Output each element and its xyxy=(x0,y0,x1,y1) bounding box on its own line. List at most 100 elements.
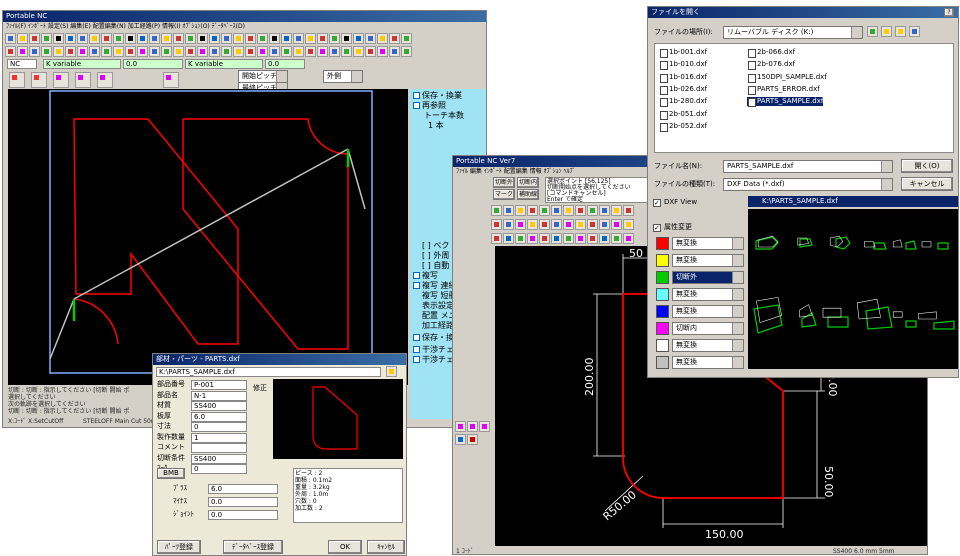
toolbar-icon[interactable] xyxy=(611,205,622,216)
open-button[interactable]: 開く(O) xyxy=(901,159,953,173)
file-list[interactable]: 1b-001.dxf 1b-010.dxf 1b-016.dxf 1b-026.dxf… xyxy=(654,43,954,153)
prop-field[interactable]: 1 xyxy=(191,432,247,443)
toolbar-icon[interactable] xyxy=(491,205,502,216)
file-item[interactable]: 2b-066.dxf xyxy=(747,48,795,58)
toolbar-icon[interactable] xyxy=(41,33,52,44)
toolbar-icon[interactable] xyxy=(539,233,550,244)
toolbar-icon[interactable] xyxy=(491,233,502,244)
toolbar-icon[interactable] xyxy=(161,33,172,44)
toolbar-icon[interactable] xyxy=(101,33,112,44)
file-item[interactable]: 1b-001.dxf xyxy=(659,48,707,58)
toolbar-icon[interactable] xyxy=(599,233,610,244)
layer-conversion-select[interactable]: 切断外 xyxy=(672,271,744,284)
file-item[interactable]: 1b-016.dxf xyxy=(659,73,707,83)
toolbar-icon[interactable] xyxy=(293,46,304,57)
variable-field-1[interactable]: K variable xyxy=(43,59,121,69)
layer-conversion-select[interactable]: 無変換 xyxy=(672,305,744,318)
toolbar-icon[interactable] xyxy=(5,46,16,57)
toolbar-icon[interactable] xyxy=(17,46,28,57)
bottom-field[interactable]: 0.0 xyxy=(208,510,278,520)
toolbar-icon[interactable] xyxy=(353,46,364,57)
tab-aux[interactable]: 補助線 xyxy=(517,189,539,200)
layer-conversion-select[interactable]: 無変換 xyxy=(672,288,744,301)
lookin-select[interactable]: リムーバブル ディスク (K:) xyxy=(723,26,863,39)
prop-field[interactable]: N-1 xyxy=(191,390,247,401)
toolbar-icon[interactable] xyxy=(89,33,100,44)
toolbar-icon[interactable] xyxy=(41,46,52,57)
register-part-button[interactable]: ﾊﾟｰﾂ登録 xyxy=(157,540,201,554)
toolbar-icon[interactable] xyxy=(257,33,268,44)
toolbar-icon[interactable] xyxy=(197,46,208,57)
delete-path-icon[interactable] xyxy=(97,72,113,88)
pierce-tool-icon[interactable] xyxy=(31,72,47,88)
panel-item[interactable]: 1 本 xyxy=(428,121,444,131)
panel-item[interactable]: 表示設定 xyxy=(422,301,454,311)
panel-item[interactable]: トーチ本数 xyxy=(424,111,464,121)
toolbar-icon[interactable] xyxy=(527,233,538,244)
toolbar-icon[interactable] xyxy=(317,46,328,57)
toolbar-icon[interactable] xyxy=(401,46,412,57)
value-field-1[interactable]: 0.0 xyxy=(123,59,183,69)
toolbar-icon[interactable] xyxy=(575,205,586,216)
toolbar-icon[interactable] xyxy=(587,205,598,216)
main-menu-bar[interactable]: ﾌｧｲﾙ(F) ｲﾝﾎﾟｰﾄ 設定(S) 編集(E) 配置編集(N) 加工経路(… xyxy=(3,22,486,31)
tool-icon[interactable] xyxy=(455,434,466,445)
toolbar-icon[interactable] xyxy=(389,33,400,44)
file-item[interactable]: PARTS_SAMPLE.dxf xyxy=(747,97,824,108)
toolbar-icon[interactable] xyxy=(341,46,352,57)
toolbar-icon[interactable] xyxy=(185,46,196,57)
delete-all-icon[interactable] xyxy=(163,72,179,88)
file-item[interactable]: 1b-026.dxf xyxy=(659,85,707,95)
tool-icon[interactable] xyxy=(455,421,466,432)
toolbar-icon[interactable] xyxy=(515,233,526,244)
toolbar-icon[interactable] xyxy=(563,233,574,244)
mode-field[interactable]: NC xyxy=(7,59,37,69)
toolbar-icon[interactable] xyxy=(515,219,526,230)
toolbar-icon[interactable] xyxy=(17,33,28,44)
ok-button[interactable]: OK xyxy=(328,540,362,554)
toolbar-icon[interactable] xyxy=(221,33,232,44)
toolbar-icon[interactable] xyxy=(341,33,352,44)
panel-item[interactable]: 複写 xyxy=(422,271,438,281)
toolbar-icon[interactable] xyxy=(53,46,64,57)
layer-conversion-select[interactable]: 無変換 xyxy=(672,356,744,369)
help-icon[interactable]: ? xyxy=(944,8,954,17)
toolbar-icon[interactable] xyxy=(611,219,622,230)
toolbar-icon[interactable] xyxy=(353,33,364,44)
toolbar-icon[interactable] xyxy=(233,46,244,57)
toolbar-icon[interactable] xyxy=(29,33,40,44)
toolbar-icon[interactable] xyxy=(173,46,184,57)
toolbar-icon[interactable] xyxy=(29,46,40,57)
file-item[interactable]: 2b-051.dxf xyxy=(659,110,707,120)
toolbar-icon[interactable] xyxy=(539,219,550,230)
toolbar-icon[interactable] xyxy=(503,233,514,244)
tab-bmb[interactable]: BMB xyxy=(157,468,185,479)
toolbar-icon[interactable] xyxy=(551,219,562,230)
toolbar-icon[interactable] xyxy=(365,33,376,44)
toolbar-icon[interactable] xyxy=(233,33,244,44)
toolbar-icon[interactable] xyxy=(365,46,376,57)
toolbar-icon[interactable] xyxy=(563,219,574,230)
toolbar-icon[interactable] xyxy=(89,46,100,57)
toolbar-icon[interactable] xyxy=(377,46,388,57)
toolbar-icon[interactable] xyxy=(209,33,220,44)
toolbar-icon[interactable] xyxy=(5,33,16,44)
toolbar-icon[interactable] xyxy=(623,219,634,230)
prop-field[interactable]: SS400 xyxy=(191,401,247,411)
toolbar-icon[interactable] xyxy=(587,233,598,244)
prop-field[interactable]: 6.0 xyxy=(191,411,247,422)
toolbar-icon[interactable] xyxy=(197,33,208,44)
prop-field[interactable]: 0 xyxy=(191,422,247,432)
file-item[interactable]: PARTS_ERROR.dxf xyxy=(747,85,820,95)
toolbar-icon[interactable] xyxy=(389,46,400,57)
properties-file-field[interactable]: K:\PARTS_SAMPLE.dxf xyxy=(156,367,381,377)
toolbar-icon[interactable] xyxy=(623,205,634,216)
file-item[interactable]: 2b-052.dxf xyxy=(659,122,707,132)
file-item[interactable]: 1b-010.dxf xyxy=(659,60,707,71)
variable-field-2[interactable]: K variable xyxy=(185,59,263,69)
layer-conversion-select[interactable]: 無変換 xyxy=(672,254,744,267)
toolbar-icon[interactable] xyxy=(563,205,574,216)
toolbar-icon[interactable] xyxy=(599,205,610,216)
toolbar-icon[interactable] xyxy=(65,33,76,44)
tab-cut-inner[interactable]: 切断内 xyxy=(517,177,539,188)
